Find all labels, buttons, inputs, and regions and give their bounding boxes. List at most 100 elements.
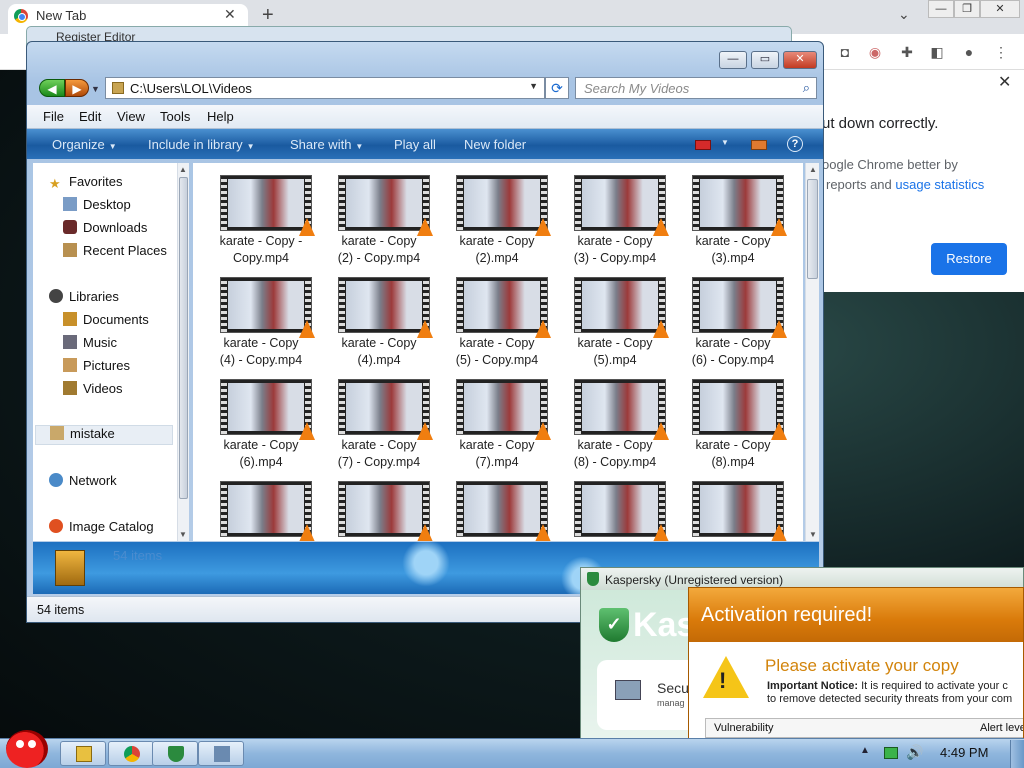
nav-music[interactable]: Music <box>63 335 117 355</box>
file-scroll-thumb[interactable] <box>807 179 818 279</box>
close-icon[interactable]: ✕ <box>998 72 1011 92</box>
back-button[interactable]: ◀ <box>39 79 65 97</box>
menu-edit[interactable]: Edit <box>79 109 101 124</box>
show-desktop-button[interactable] <box>1010 740 1024 768</box>
organize-button[interactable]: Organize ▼ <box>52 137 117 152</box>
share-label: Share with <box>290 137 352 152</box>
taskbar-chrome[interactable] <box>108 741 154 766</box>
nav-network[interactable]: Network <box>49 473 117 493</box>
file-item[interactable]: karate - Copy (4) - Copy.mp4 <box>205 269 317 369</box>
scroll-up-icon[interactable]: ▲ <box>809 165 817 174</box>
file-item[interactable] <box>323 473 435 541</box>
new-folder-button[interactable]: New folder <box>464 137 526 152</box>
file-item[interactable]: karate - Copy (6) - Copy.mp4 <box>677 269 789 369</box>
close-button[interactable]: ✕ <box>980 0 1020 18</box>
close-icon[interactable]: ✕ <box>224 6 236 23</box>
profile-icon[interactable]: ● <box>960 43 978 61</box>
forward-button[interactable]: ▶ <box>65 79 89 97</box>
menu-tools[interactable]: Tools <box>160 109 190 124</box>
crash-text-2: reports and usage statistics <box>826 177 984 192</box>
search-icon[interactable]: ⌕ <box>803 80 810 96</box>
file-item[interactable]: karate - Copy (8) - Copy.mp4 <box>559 371 671 471</box>
address-bar[interactable]: C:\Users\LOL\Videos ▼ <box>105 77 545 99</box>
nav-scrollbar[interactable]: ▲ ▼ <box>177 163 189 541</box>
nav-libraries-label: Libraries <box>69 289 119 304</box>
file-item[interactable]: karate - Copy (4).mp4 <box>323 269 435 369</box>
maximize-button[interactable]: ▭ <box>751 51 779 69</box>
play-all-button[interactable]: Play all <box>394 137 436 152</box>
nav-documents[interactable]: Documents <box>63 312 149 332</box>
nav-recent-places[interactable]: Recent Places <box>63 243 167 263</box>
file-item[interactable]: karate - Copy (7) - Copy.mp4 <box>323 371 435 471</box>
scroll-up-icon[interactable]: ▲ <box>179 165 187 174</box>
file-item[interactable] <box>205 473 317 541</box>
close-button[interactable]: ✕ <box>783 51 817 69</box>
file-name-line1: karate - Copy <box>459 438 535 452</box>
taskbar-kaspersky[interactable] <box>152 741 198 766</box>
new-tab-button[interactable]: + <box>262 4 274 27</box>
nav-scroll-thumb[interactable] <box>179 177 188 499</box>
maximize-button[interactable]: ❐ <box>954 0 980 18</box>
column-vulnerability[interactable]: Vulnerability <box>714 722 774 734</box>
nav-desktop[interactable]: Desktop <box>63 197 131 217</box>
file-scrollbar[interactable]: ▲ ▼ <box>805 163 819 541</box>
file-item[interactable]: karate - Copy - Copy.mp4 <box>205 167 317 267</box>
sidepanel-icon[interactable]: ◧ <box>928 43 946 61</box>
nav-mistake[interactable]: mistake <box>35 425 173 445</box>
file-item[interactable]: karate - Copy (3) - Copy.mp4 <box>559 167 671 267</box>
nav-libraries[interactable]: Libraries <box>49 289 119 309</box>
crash-title: ut down correctly. <box>822 115 939 132</box>
help-icon[interactable]: ? <box>787 136 803 152</box>
search-input[interactable]: Search My Videos ⌕ <box>575 77 817 99</box>
command-bar: Organize ▼ Include in library ▼ Share with… <box>27 129 823 159</box>
file-item[interactable] <box>677 473 789 541</box>
puzzle-icon[interactable]: ✚ <box>898 43 916 61</box>
chevron-down-icon[interactable]: ▼ <box>529 81 538 91</box>
file-item[interactable]: karate - Copy (5).mp4 <box>559 269 671 369</box>
include-in-library-button[interactable]: Include in library ▼ <box>148 137 255 152</box>
recent-pages-icon[interactable]: ▼ <box>91 84 100 94</box>
nav-videos[interactable]: Videos <box>63 381 123 401</box>
menu-view[interactable]: View <box>117 109 145 124</box>
file-item[interactable] <box>559 473 671 541</box>
tray-expand-icon[interactable]: ▲ <box>860 745 870 756</box>
file-item[interactable]: karate - Copy (8).mp4 <box>677 371 789 471</box>
refresh-button[interactable]: ⟳ <box>545 77 569 99</box>
minimize-button[interactable]: — <box>928 0 954 18</box>
menu-help[interactable]: Help <box>207 109 234 124</box>
file-item[interactable]: karate - Copy (2) - Copy.mp4 <box>323 167 435 267</box>
start-button[interactable] <box>6 730 48 768</box>
volume-icon[interactable]: 🔊 <box>906 744 923 761</box>
nav-downloads[interactable]: Downloads <box>63 220 147 240</box>
file-item[interactable]: karate - Copy (7).mp4 <box>441 371 553 471</box>
preview-pane-icon[interactable] <box>751 140 767 150</box>
network-tray-icon[interactable] <box>884 747 898 759</box>
scroll-down-icon[interactable]: ▼ <box>179 530 187 539</box>
view-options-icon[interactable] <box>695 140 711 150</box>
file-item[interactable]: karate - Copy (6).mp4 <box>205 371 317 471</box>
file-name-line1: karate - Copy - <box>219 234 303 248</box>
nav-image-catalog[interactable]: Image Catalog <box>49 519 154 539</box>
nav-pictures[interactable]: Pictures <box>63 358 130 378</box>
share-with-button[interactable]: Share with ▼ <box>290 137 363 152</box>
taskbar-app[interactable] <box>198 741 244 766</box>
scroll-down-icon[interactable]: ▼ <box>809 530 817 539</box>
ublock-icon[interactable]: ◘ <box>836 43 854 61</box>
chevron-down-icon[interactable]: ⌄ <box>898 6 910 23</box>
menu-file[interactable]: File <box>43 109 64 124</box>
file-item[interactable] <box>441 473 553 541</box>
clock[interactable]: 4:49 PM <box>940 745 988 760</box>
file-item[interactable]: karate - Copy (3).mp4 <box>677 167 789 267</box>
file-item[interactable]: karate - Copy (2).mp4 <box>441 167 553 267</box>
minimize-button[interactable]: — <box>719 51 747 69</box>
chevron-down-icon[interactable]: ▼ <box>721 138 729 147</box>
restore-button[interactable]: Restore <box>931 243 1007 275</box>
extension-flag-icon[interactable]: ◉ <box>866 43 884 61</box>
pictures-icon <box>63 358 77 372</box>
kebab-menu-icon[interactable]: ⋮ <box>992 43 1010 61</box>
usage-statistics-link[interactable]: usage statistics <box>895 177 984 192</box>
taskbar-explorer[interactable] <box>60 741 106 766</box>
nav-favorites[interactable]: ★ Favorites <box>49 174 122 194</box>
column-alert-level[interactable]: Alert leve <box>980 722 1023 734</box>
file-item[interactable]: karate - Copy (5) - Copy.mp4 <box>441 269 553 369</box>
